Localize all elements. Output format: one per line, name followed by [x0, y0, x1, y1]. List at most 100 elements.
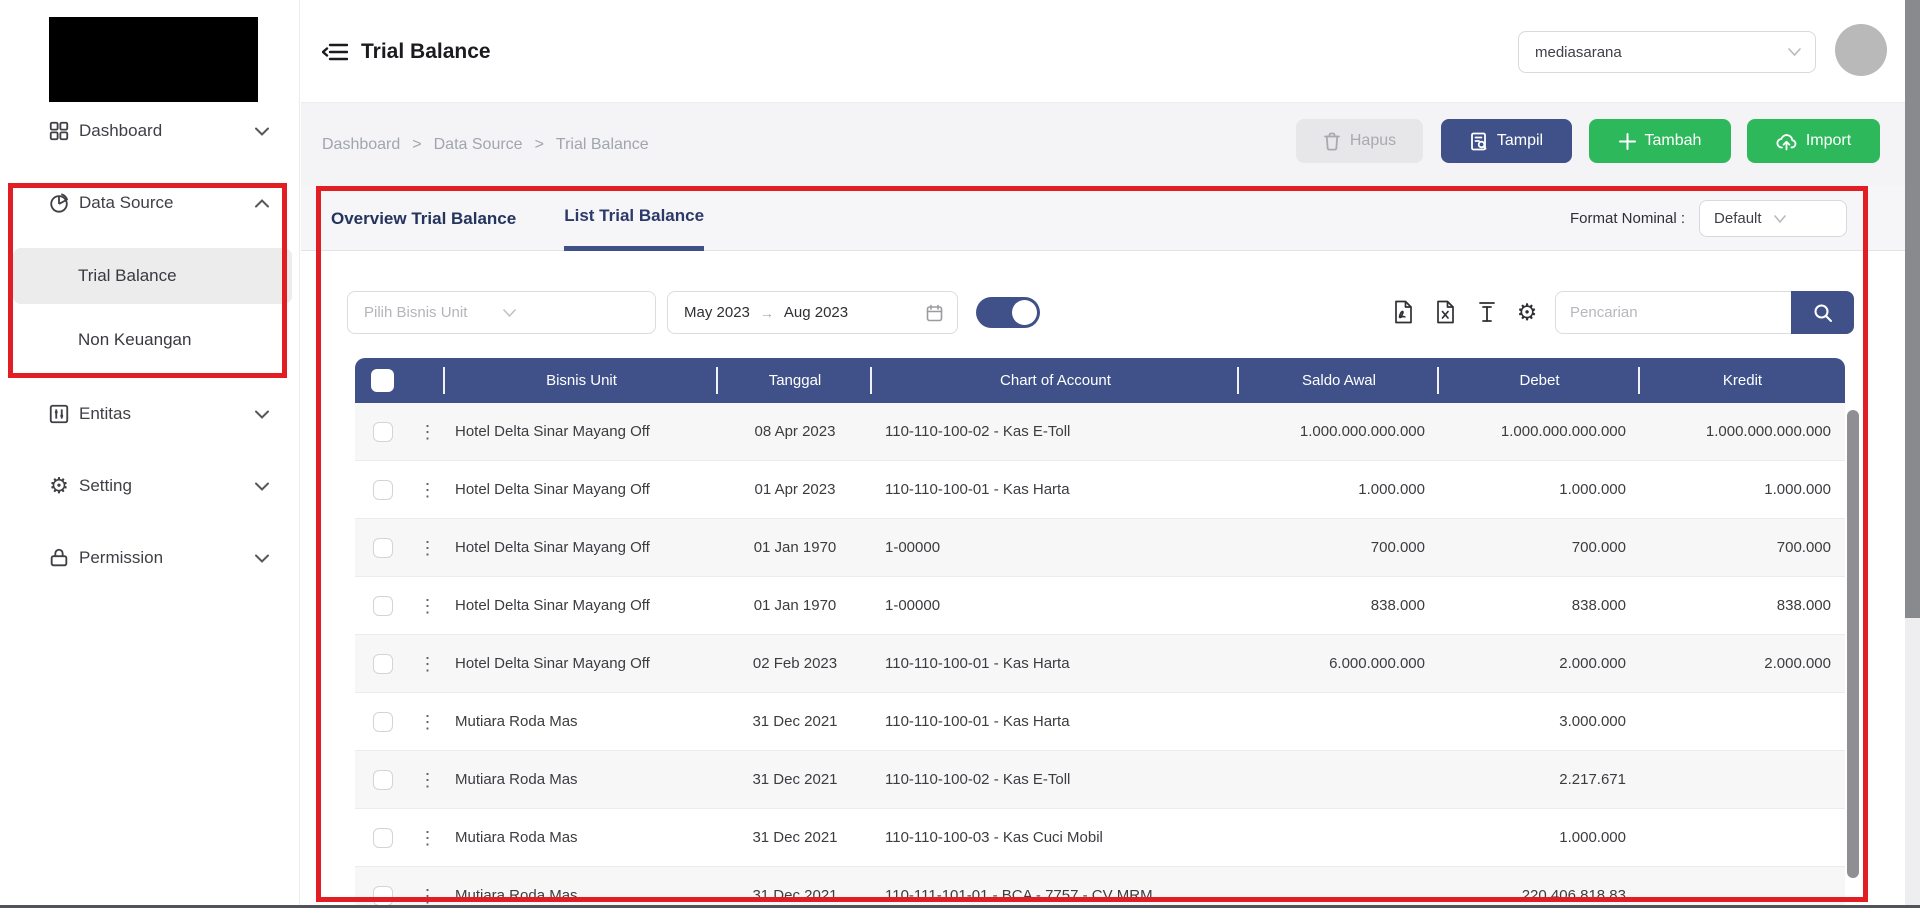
sidebar-item-label: Permission	[79, 548, 255, 568]
row-checkbox[interactable]	[373, 422, 393, 442]
date-range-picker[interactable]: May 2023 → Aug 2023	[667, 291, 958, 334]
cell-tanggal: 01 Jan 1970	[718, 539, 872, 556]
cell-bisnis-unit: Mutiara Roda Mas	[445, 771, 718, 788]
breadcrumb-dashboard[interactable]: Dashboard	[322, 136, 400, 154]
grid-icon	[47, 119, 71, 143]
row-menu-icon[interactable]: ⋮	[410, 539, 445, 557]
filter-toggle[interactable]	[976, 297, 1040, 328]
sidebar-item-entitas[interactable]: Entitas	[0, 378, 299, 450]
sidebar-subitem-non-keuangan[interactable]: Non Keuangan	[0, 312, 299, 368]
arrow-right-icon: →	[760, 305, 774, 321]
tab-list-trial-balance[interactable]: List Trial Balance	[564, 186, 704, 251]
tenant-select[interactable]: mediasarana	[1518, 31, 1816, 73]
business-unit-select[interactable]: Pilih Bisnis Unit	[347, 291, 656, 334]
cell-chart-of-account: 110-110-100-02 - Kas E-Toll	[872, 771, 1239, 788]
cell-bisnis-unit: Hotel Delta Sinar Mayang Off	[445, 481, 718, 498]
row-menu-icon[interactable]: ⋮	[410, 423, 445, 441]
page-scrollbar[interactable]	[1905, 0, 1920, 908]
breadcrumb-trial-balance[interactable]: Trial Balance	[556, 136, 649, 154]
export-excel-icon[interactable]	[1432, 299, 1458, 325]
content-card: Overview Trial Balance List Trial Balanc…	[301, 186, 1905, 908]
add-button[interactable]: Tambah	[1589, 119, 1731, 163]
sidebar: Dashboard Data Source Trial Balance Non …	[0, 0, 300, 908]
add-button-label: Tambah	[1645, 132, 1702, 150]
cell-bisnis-unit: Mutiara Roda Mas	[445, 887, 718, 904]
app-logo	[49, 17, 258, 102]
sidebar-item-label: Dashboard	[79, 121, 255, 141]
row-checkbox[interactable]	[373, 828, 393, 848]
table-row: ⋮ Hotel Delta Sinar Mayang Off 01 Jan 19…	[355, 519, 1845, 577]
avatar[interactable]	[1835, 24, 1887, 76]
show-button[interactable]: Tampil	[1441, 119, 1572, 163]
import-button[interactable]: Import	[1747, 119, 1880, 163]
tab-bar: Overview Trial Balance List Trial Balanc…	[301, 186, 1905, 251]
gear-icon: ⚙	[47, 474, 71, 498]
cloud-upload-icon	[1776, 132, 1797, 151]
table-row: ⋮ Mutiara Roda Mas 31 Dec 2021 110-111-1…	[355, 867, 1845, 908]
cell-debet: 2.217.671	[1439, 771, 1640, 788]
sidebar-subitem-label: Trial Balance	[78, 266, 177, 286]
cell-debet: 1.000.000	[1439, 481, 1640, 498]
cell-chart-of-account: 110-110-100-02 - Kas E-Toll	[872, 423, 1239, 440]
tab-overview-trial-balance[interactable]: Overview Trial Balance	[331, 186, 516, 251]
table-row: ⋮ Hotel Delta Sinar Mayang Off 08 Apr 20…	[355, 403, 1845, 461]
row-menu-icon[interactable]: ⋮	[410, 771, 445, 789]
export-pdf-icon[interactable]	[1390, 299, 1416, 325]
sidebar-item-setting[interactable]: ⚙ Setting	[0, 450, 299, 522]
row-checkbox[interactable]	[373, 886, 393, 906]
row-checkbox[interactable]	[373, 712, 393, 732]
page-title: Trial Balance	[361, 40, 491, 64]
row-height-icon[interactable]	[1474, 299, 1500, 325]
row-checkbox[interactable]	[373, 770, 393, 790]
cell-debet: 838.000	[1439, 597, 1640, 614]
sidebar-item-label: Setting	[79, 476, 255, 496]
row-checkbox[interactable]	[373, 538, 393, 558]
cell-bisnis-unit: Hotel Delta Sinar Mayang Off	[445, 655, 718, 672]
sidebar-subitem-trial-balance[interactable]: Trial Balance	[13, 248, 292, 304]
show-button-label: Tampil	[1497, 132, 1543, 150]
column-debet[interactable]: Debet	[1439, 358, 1640, 403]
sidebar-item-data-source[interactable]: Data Source	[0, 167, 299, 239]
row-menu-icon[interactable]: ⋮	[410, 655, 445, 673]
column-tanggal[interactable]: Tanggal	[718, 358, 872, 403]
column-chart-of-account[interactable]: Chart of Account	[872, 358, 1239, 403]
cell-debet: 700.000	[1439, 539, 1640, 556]
search-button[interactable]	[1791, 291, 1854, 334]
row-menu-icon[interactable]: ⋮	[410, 713, 445, 731]
sidebar-item-permission[interactable]: Permission	[0, 522, 299, 594]
search-input[interactable]	[1555, 291, 1791, 334]
row-menu-icon[interactable]: ⋮	[410, 829, 445, 847]
row-menu-icon[interactable]: ⋮	[410, 597, 445, 615]
row-checkbox[interactable]	[373, 596, 393, 616]
delete-button[interactable]: Hapus	[1296, 119, 1423, 163]
row-menu-icon[interactable]: ⋮	[410, 887, 445, 905]
table-settings-icon[interactable]: ⚙	[1514, 299, 1540, 325]
menu-fold-icon[interactable]	[322, 41, 348, 63]
cell-kredit: 1.000.000	[1640, 481, 1845, 498]
table-row: ⋮ Hotel Delta Sinar Mayang Off 01 Apr 20…	[355, 461, 1845, 519]
table-scrollbar-thumb[interactable]	[1847, 410, 1859, 878]
row-checkbox[interactable]	[373, 654, 393, 674]
column-bisnis-unit[interactable]: Bisnis Unit	[445, 358, 718, 403]
cell-bisnis-unit: Mutiara Roda Mas	[445, 829, 718, 846]
breadcrumb: Dashboard > Data Source > Trial Balance	[322, 103, 649, 186]
breadcrumb-data-source[interactable]: Data Source	[434, 136, 523, 154]
trial-balance-table: Bisnis Unit Tanggal Chart of Account Sal…	[355, 358, 1845, 908]
chevron-down-icon	[255, 482, 269, 491]
breadcrumb-separator: >	[412, 136, 421, 154]
cell-tanggal: 08 Apr 2023	[718, 423, 872, 440]
cell-saldo-awal: 6.000.000.000	[1239, 655, 1439, 672]
cell-tanggal: 31 Dec 2021	[718, 887, 872, 904]
plus-icon	[1619, 133, 1636, 150]
column-kredit[interactable]: Kredit	[1640, 358, 1845, 403]
format-nominal-select[interactable]: Default	[1699, 200, 1847, 237]
row-checkbox[interactable]	[373, 480, 393, 500]
column-saldo-awal[interactable]: Saldo Awal	[1239, 358, 1439, 403]
sidebar-item-dashboard[interactable]: Dashboard	[0, 95, 299, 167]
select-all-checkbox[interactable]	[371, 369, 394, 392]
page-scrollbar-thumb[interactable]	[1905, 0, 1920, 618]
column-actions	[410, 358, 445, 403]
cell-chart-of-account: 110-111-101-01 - BCA - 7757 - CV MRM	[872, 887, 1239, 904]
table-row: ⋮ Hotel Delta Sinar Mayang Off 01 Jan 19…	[355, 577, 1845, 635]
row-menu-icon[interactable]: ⋮	[410, 481, 445, 499]
